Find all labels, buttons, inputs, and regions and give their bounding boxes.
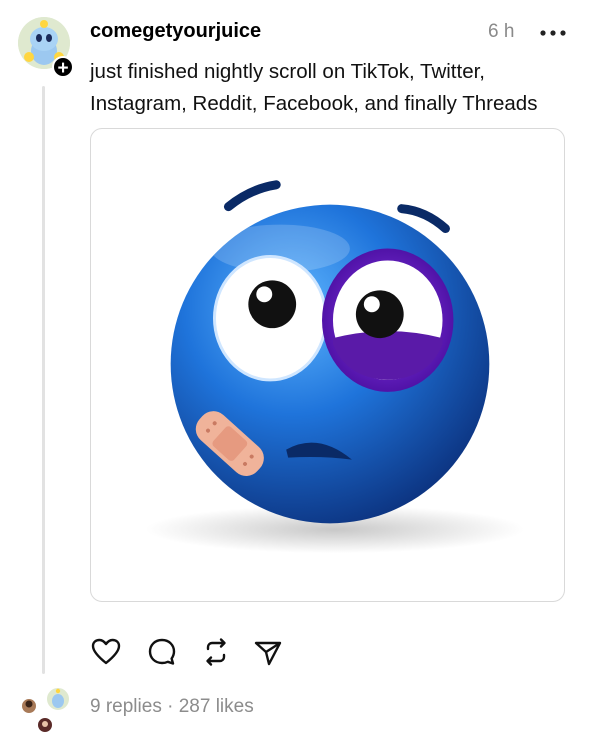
- replies-count[interactable]: 9 replies: [90, 696, 162, 717]
- post-image[interactable]: [90, 128, 565, 602]
- follow-plus-icon[interactable]: +: [52, 56, 74, 79]
- post-stats: 9 replies · 287 likes: [90, 696, 254, 718]
- heart-icon[interactable]: [90, 636, 122, 668]
- comment-bubble-icon[interactable]: [146, 636, 178, 668]
- post-timestamp: 6 h: [488, 21, 515, 42]
- likes-count[interactable]: 287 likes: [179, 696, 254, 717]
- repost-arrows-icon[interactable]: [200, 636, 232, 668]
- post-username[interactable]: comegetyourjuice: [90, 20, 261, 43]
- reply-avatars[interactable]: [18, 686, 76, 736]
- post-text: just finished nightly scroll on TikTok, …: [90, 60, 538, 115]
- stats-separator: ·: [167, 696, 174, 717]
- thread-line: [42, 86, 45, 674]
- more-horizontal-icon[interactable]: [539, 26, 567, 38]
- bruised-emoji-image: [145, 180, 525, 554]
- send-paper-plane-icon[interactable]: [252, 636, 284, 668]
